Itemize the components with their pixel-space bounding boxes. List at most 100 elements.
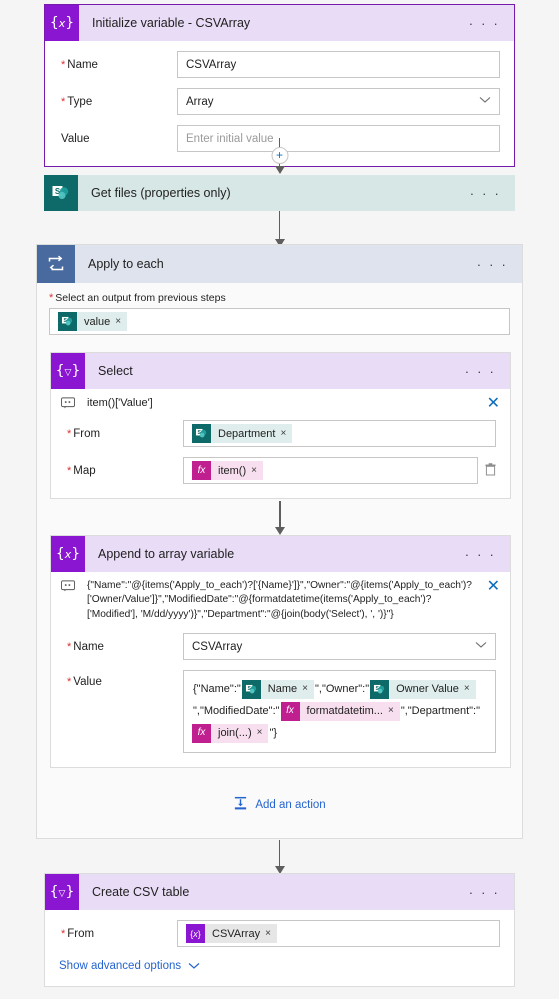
card-header[interactable]: {▽} Select · · · bbox=[51, 353, 510, 389]
field-label: Map bbox=[65, 465, 183, 477]
form-row-from: From {x} CSVArray × bbox=[59, 920, 500, 947]
name-input[interactable]: CSVArray bbox=[177, 51, 500, 78]
chip-label: Department bbox=[218, 427, 276, 440]
field-label: From bbox=[65, 428, 183, 440]
action-card-get-files[interactable]: S Get files (properties only) · · · bbox=[44, 175, 515, 211]
form-row-type: Type Array bbox=[59, 88, 500, 115]
token-chip-csvarray[interactable]: {x} CSVArray × bbox=[186, 924, 277, 943]
card-menu-button[interactable]: · · · bbox=[457, 547, 510, 562]
value-literal: {"Name":" bbox=[193, 683, 241, 696]
loop-icon bbox=[37, 245, 75, 283]
add-action-label: Add an action bbox=[255, 799, 326, 811]
token-chip-name[interactable]: S Name × bbox=[241, 678, 314, 700]
card-header[interactable]: {x} Initialize variable - CSVArray · · · bbox=[45, 5, 514, 41]
add-an-action-button[interactable]: Add an action bbox=[37, 796, 522, 814]
card-menu-button[interactable]: · · · bbox=[461, 885, 514, 900]
token-chip-formatdatetime[interactable]: fx formatdatetim... × bbox=[280, 700, 400, 722]
token-chip-owner-value[interactable]: S Owner Value × bbox=[370, 678, 476, 700]
scope-menu-button[interactable]: · · · bbox=[469, 257, 522, 272]
expression-icon: fx bbox=[192, 461, 211, 480]
chip-remove-icon[interactable]: × bbox=[464, 678, 476, 700]
show-advanced-options-label[interactable]: Show advanced options bbox=[59, 960, 181, 972]
name-input-value: CSVArray bbox=[186, 58, 237, 71]
card-menu-button[interactable]: · · · bbox=[457, 364, 510, 379]
value-literal: ","Department":" bbox=[400, 705, 481, 718]
token-chip-join[interactable]: fx join(...) × bbox=[192, 722, 269, 744]
card-body: From {x} CSVArray × Show advanced option… bbox=[45, 910, 514, 986]
card-title: Create CSV table bbox=[92, 885, 190, 899]
chevron-down-icon[interactable] bbox=[188, 962, 200, 970]
field-label: Name bbox=[65, 641, 183, 653]
chip-label: CSVArray bbox=[212, 927, 261, 940]
form-row-from: From S Department bbox=[65, 420, 496, 447]
map-input[interactable]: fx item() × bbox=[183, 457, 478, 484]
chip-label: Owner Value bbox=[396, 683, 459, 696]
scope-apply-to-each: Apply to each · · · Select an output fro… bbox=[36, 244, 523, 839]
sharepoint-icon: S bbox=[58, 312, 77, 331]
chip-label: join(...) bbox=[218, 727, 252, 740]
card-header[interactable]: {▽} Create CSV table · · · bbox=[45, 874, 514, 910]
action-card-create-csv-table[interactable]: {▽} Create CSV table · · · From {x} CSVA… bbox=[44, 873, 515, 987]
scope-output-selector: Select an output from previous steps S v… bbox=[37, 283, 522, 335]
form-row-map: Map fx item() × bbox=[65, 457, 496, 484]
select-comment-text: item()['Value'] bbox=[87, 397, 153, 409]
token-chip-item[interactable]: fx item() × bbox=[192, 461, 263, 480]
token-chip-department[interactable]: S Department × bbox=[192, 424, 293, 443]
data-operation-icon: {▽} bbox=[51, 353, 85, 389]
type-dropdown-value: Array bbox=[186, 95, 214, 108]
card-body: From S Department bbox=[51, 414, 510, 498]
sharepoint-icon: S bbox=[192, 424, 211, 443]
scope-header[interactable]: Apply to each · · · bbox=[37, 245, 522, 283]
form-row-value: Value {"Name":"SName×","Owner":" S Owner V… bbox=[65, 670, 496, 754]
trash-icon[interactable] bbox=[478, 462, 496, 479]
chip-remove-icon[interactable]: × bbox=[280, 428, 292, 439]
from-input[interactable]: S Department × bbox=[183, 420, 496, 447]
chevron-down-icon bbox=[473, 96, 491, 107]
chip-remove-icon[interactable]: × bbox=[302, 678, 314, 700]
append-value-input[interactable]: {"Name":" S Name × ","Owner":" S Owner Value × "… bbox=[183, 670, 496, 754]
variable-name-dropdown[interactable]: CSVArray bbox=[183, 633, 496, 661]
chip-remove-icon[interactable]: × bbox=[115, 316, 127, 327]
field-label: Value bbox=[65, 670, 183, 688]
select-comment-row: item()['Value'] ✕ bbox=[51, 389, 510, 414]
connector-getfiles-to-loop bbox=[268, 211, 292, 247]
field-label: Type bbox=[59, 96, 177, 108]
close-icon[interactable]: ✕ bbox=[483, 579, 500, 595]
card-header[interactable]: {x} Append to array variable · · · bbox=[51, 536, 510, 572]
from-input[interactable]: {x} CSVArray × bbox=[177, 920, 500, 947]
sharepoint-icon: S bbox=[241, 679, 261, 699]
variable-icon: {x} bbox=[51, 536, 85, 572]
chevron-down-icon bbox=[469, 641, 487, 652]
value-literal: ","Owner":" bbox=[314, 683, 370, 696]
close-icon[interactable]: ✕ bbox=[483, 396, 500, 412]
output-selector-input[interactable]: S value × bbox=[49, 308, 510, 335]
append-expression-row: {"Name":"@{items('Apply_to_each')?['{Nam… bbox=[51, 572, 510, 629]
show-advanced-options-row[interactable]: Show advanced options bbox=[59, 960, 500, 972]
variable-icon: {x} bbox=[45, 5, 79, 41]
type-dropdown[interactable]: Array bbox=[177, 88, 500, 115]
field-label: Value bbox=[61, 132, 90, 145]
chip-remove-icon[interactable]: × bbox=[388, 700, 400, 722]
value-input[interactable]: Enter initial value bbox=[177, 125, 500, 152]
flow-designer-canvas: {x} Initialize variable - CSVArray · · ·… bbox=[0, 0, 559, 999]
chip-remove-icon[interactable]: × bbox=[257, 722, 269, 744]
variable-name-value: CSVArray bbox=[192, 640, 243, 653]
insert-step-button[interactable]: + bbox=[271, 147, 288, 164]
sharepoint-icon: S bbox=[44, 175, 78, 211]
form-row-name: Name CSVArray bbox=[65, 633, 496, 661]
expression-icon: fx bbox=[192, 723, 211, 743]
action-card-append-to-array[interactable]: {x} Append to array variable · · · {"Nam… bbox=[50, 535, 511, 769]
card-title: Select bbox=[98, 364, 133, 378]
add-action-icon bbox=[233, 796, 248, 814]
comment-icon bbox=[61, 397, 79, 412]
connector-select-to-append bbox=[268, 501, 292, 535]
action-card-select[interactable]: {▽} Select · · · item()['Value'] ✕ * Fro… bbox=[50, 352, 511, 499]
chip-remove-icon[interactable]: × bbox=[265, 928, 277, 939]
card-menu-button[interactable]: · · · bbox=[461, 16, 514, 31]
token-chip-value[interactable]: S value × bbox=[58, 312, 128, 331]
value-input-placeholder: Enter initial value bbox=[186, 132, 274, 145]
value-literal: "} bbox=[269, 727, 278, 740]
chip-remove-icon[interactable]: × bbox=[251, 465, 263, 476]
card-menu-button[interactable]: · · · bbox=[462, 186, 515, 201]
card-header[interactable]: S Get files (properties only) · · · bbox=[44, 175, 515, 211]
